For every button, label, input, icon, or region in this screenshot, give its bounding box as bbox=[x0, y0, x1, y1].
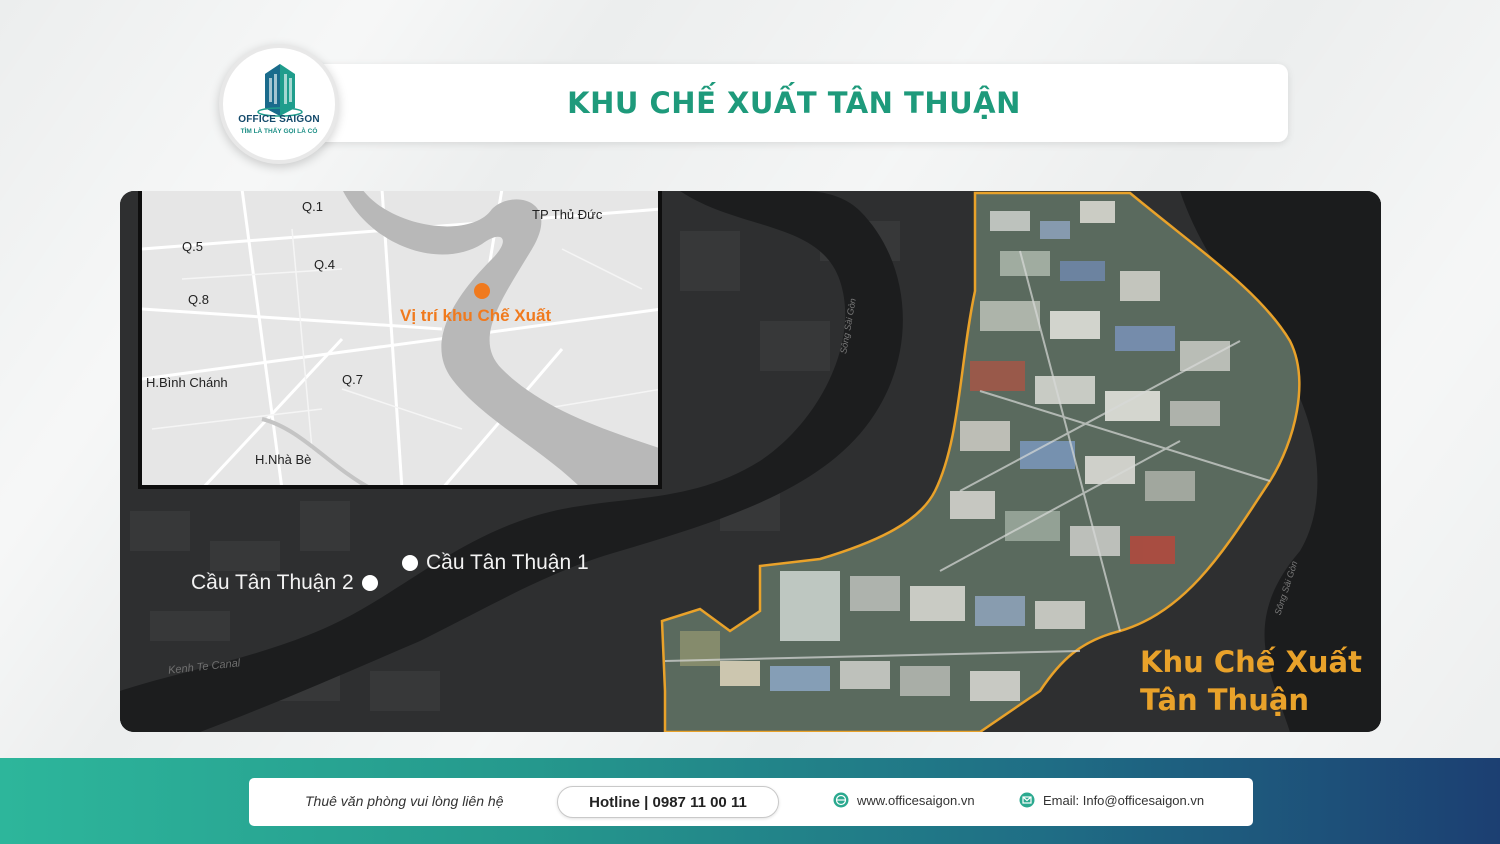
map-label-q4: Q.4 bbox=[314, 257, 335, 272]
website-text: www.officesaigon.vn bbox=[857, 792, 975, 808]
location-pin-label: Vị trí khu Chế Xuất bbox=[400, 306, 552, 325]
bridge-label-2: Cầu Tân Thuận 2 bbox=[191, 571, 354, 594]
globe-icon bbox=[833, 792, 849, 808]
zone-title-line-2: Tân Thuận bbox=[1140, 683, 1310, 717]
building-logo-icon bbox=[257, 64, 303, 117]
inset-map-graphic bbox=[142, 191, 658, 485]
bridge-dot-icon bbox=[402, 555, 418, 571]
map-label-binh-chanh: H.Bình Chánh bbox=[146, 375, 228, 390]
email-text: Email: Info@officesaigon.vn bbox=[1043, 792, 1205, 808]
bridge-marker-tan-thuan-1[interactable]: Cầu Tân Thuận 1 bbox=[402, 551, 589, 575]
header-bar: KHU CHẾ XUẤT TÂN THUẬN bbox=[300, 64, 1288, 142]
map-label-tp-thu-duc: TP Thủ Đức bbox=[532, 207, 603, 222]
location-pin[interactable] bbox=[474, 283, 490, 299]
page-title: KHU CHẾ XUẤT TÂN THUẬN bbox=[567, 86, 1021, 120]
map-panel[interactable]: Q.1 TP Thủ Đức Q.5 Q.4 Q.8 H.Bình Chánh … bbox=[120, 191, 1381, 732]
logo-brand-name: OFFICE SAIGON bbox=[238, 114, 320, 125]
map-label-q8: Q.8 bbox=[188, 292, 209, 307]
email-link[interactable]: Email: Info@officesaigon.vn bbox=[1019, 792, 1204, 808]
footer-contact-text: Thuê văn phòng vui lòng liên hệ bbox=[305, 793, 504, 809]
website-link[interactable]: www.officesaigon.vn bbox=[833, 792, 975, 808]
footer: Thuê văn phòng vui lòng liên hệ Hotline … bbox=[0, 758, 1500, 844]
zone-title: Khu Chế Xuất Tân Thuận bbox=[1140, 643, 1362, 719]
zone-title-line-1: Khu Chế Xuất bbox=[1140, 645, 1362, 679]
map-label-q7: Q.7 bbox=[342, 372, 363, 387]
hotline-button[interactable]: Hotline | 0987 11 00 11 bbox=[557, 786, 779, 818]
inset-location-map[interactable]: Q.1 TP Thủ Đức Q.5 Q.4 Q.8 H.Bình Chánh … bbox=[138, 191, 662, 489]
logo-slogan: TÌM LÀ THẤY GỌI LÀ CÓ bbox=[240, 128, 318, 135]
footer-contact-card: Thuê văn phòng vui lòng liên hệ Hotline … bbox=[249, 778, 1253, 826]
mail-icon bbox=[1019, 792, 1035, 808]
bridge-marker-tan-thuan-2[interactable]: Cầu Tân Thuận 2 bbox=[191, 571, 378, 595]
map-label-q1: Q.1 bbox=[302, 199, 323, 214]
map-label-nha-be: H.Nhà Bè bbox=[255, 452, 312, 467]
bridge-label-1: Cầu Tân Thuận 1 bbox=[426, 551, 589, 574]
brand-logo[interactable]: OFFICE SAIGON TÌM LÀ THẤY GỌI LÀ CÓ bbox=[219, 44, 339, 164]
bridge-dot-icon bbox=[361, 575, 378, 591]
map-label-q5: Q.5 bbox=[182, 239, 203, 254]
